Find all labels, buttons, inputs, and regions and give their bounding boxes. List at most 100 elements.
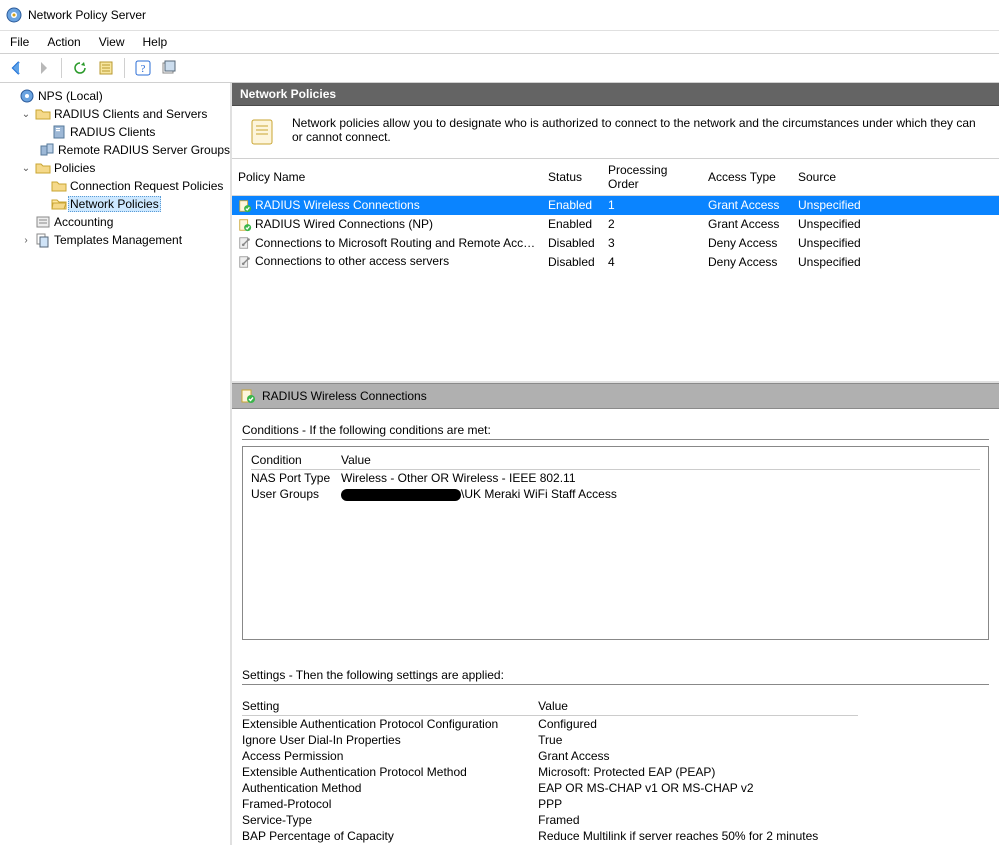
col-policy-name[interactable]: Policy Name: [232, 159, 542, 196]
panel-title: Network Policies: [232, 83, 999, 106]
properties-button[interactable]: [95, 57, 117, 79]
tree-label: RADIUS Clients: [70, 125, 155, 139]
cell-status: Disabled: [542, 234, 602, 253]
help-button[interactable]: ?: [132, 57, 154, 79]
col-status[interactable]: Status: [542, 159, 602, 196]
folder-icon: [35, 106, 51, 122]
forward-button[interactable]: [32, 57, 54, 79]
menu-help[interactable]: Help: [143, 35, 168, 49]
nav-tree[interactable]: NPS (Local) ⌄ RADIUS Clients and Servers: [0, 83, 232, 845]
cell-setting-name: Ignore User Dial-In Properties: [242, 732, 538, 748]
tree-label: Connection Request Policies: [70, 179, 223, 193]
cell-policy-name: Connections to Microsoft Routing and Rem…: [255, 236, 542, 250]
table-row[interactable]: RADIUS Wireless Connections Enabled1Grant…: [232, 196, 999, 215]
cell-setting-name: Framed-Protocol: [242, 796, 538, 812]
chevron-down-icon[interactable]: ⌄: [20, 109, 32, 120]
window-title: Network Policy Server: [28, 8, 146, 22]
menu-action[interactable]: Action: [47, 35, 80, 49]
tree-radius-clients[interactable]: RADIUS Clients: [36, 123, 230, 141]
cell-setting-value: Framed: [538, 812, 858, 828]
cell-order: 2: [602, 215, 702, 234]
cell-setting-value: EAP OR MS-CHAP v1 OR MS-CHAP v2: [538, 780, 858, 796]
panel-description: Network policies allow you to designate …: [292, 116, 985, 144]
folder-icon: [35, 160, 51, 176]
export-button[interactable]: [158, 57, 180, 79]
cell-setting-name: Access Permission: [242, 748, 538, 764]
col-condition: Condition: [251, 451, 341, 470]
tree-templates[interactable]: › Templates Management: [20, 231, 230, 249]
setting-row[interactable]: Access PermissionGrant Access: [242, 748, 858, 764]
col-order[interactable]: Processing Order: [602, 159, 702, 196]
chevron-right-icon[interactable]: ›: [20, 235, 32, 246]
cell-status: Enabled: [542, 196, 602, 215]
cell-order: 1: [602, 196, 702, 215]
table-row[interactable]: RADIUS Wired Connections (NP)Enabled2Gra…: [232, 215, 999, 234]
tree-label: Remote RADIUS Server Groups: [58, 143, 230, 157]
setting-row[interactable]: Extensible Authentication Protocol Metho…: [242, 764, 858, 780]
table-header-row[interactable]: Policy Name Status Processing Order Acce…: [232, 159, 999, 196]
setting-row[interactable]: Extensible Authentication Protocol Confi…: [242, 716, 858, 733]
cell-setting-value: Microsoft: Protected EAP (PEAP): [538, 764, 858, 780]
setting-row[interactable]: Authentication MethodEAP OR MS-CHAP v1 O…: [242, 780, 858, 796]
accounting-icon: [35, 214, 51, 230]
col-value: Value: [341, 451, 980, 470]
cell-source: Unspecified: [792, 234, 999, 253]
cell-access: Grant Access: [702, 196, 792, 215]
setting-row[interactable]: Framed-ProtocolPPP: [242, 796, 858, 812]
cell-condition-value: \UK Meraki WiFi Staff Access: [461, 487, 617, 501]
tree-policies[interactable]: ⌄ Policies: [20, 159, 230, 177]
tree-radius-clients-servers[interactable]: ⌄ RADIUS Clients and Servers: [20, 105, 230, 123]
servers-icon: [39, 142, 55, 158]
col-access[interactable]: Access Type: [702, 159, 792, 196]
tree-remote-radius[interactable]: Remote RADIUS Server Groups: [36, 141, 230, 159]
tree-network-policies[interactable]: Network Policies: [36, 195, 230, 213]
cell-access: Deny Access: [702, 234, 792, 253]
policy-icon: [238, 255, 252, 269]
menubar: File Action View Help: [0, 31, 999, 54]
cell-condition-name: User Groups: [251, 486, 341, 502]
folder-icon: [51, 178, 67, 194]
menu-view[interactable]: View: [99, 35, 125, 49]
col-setting: Setting: [242, 697, 538, 716]
conditions-box[interactable]: Condition Value NAS Port TypeWireless - …: [242, 446, 989, 640]
tree-accounting[interactable]: Accounting: [20, 213, 230, 231]
menu-file[interactable]: File: [10, 35, 29, 49]
cell-setting-name: Extensible Authentication Protocol Metho…: [242, 764, 538, 780]
server-icon: [51, 124, 67, 140]
cell-source: Unspecified: [792, 252, 999, 271]
cell-policy-name: RADIUS Wireless Connections: [255, 198, 420, 212]
app-icon: [6, 7, 22, 23]
titlebar: Network Policy Server: [0, 0, 999, 31]
tree-label: RADIUS Clients and Servers: [54, 107, 207, 121]
separator-icon: [124, 58, 125, 78]
setting-row[interactable]: Ignore User Dial-In PropertiesTrue: [242, 732, 858, 748]
condition-row[interactable]: NAS Port TypeWireless - Other OR Wireles…: [251, 470, 980, 487]
policy-ok-icon: [240, 388, 256, 404]
cell-setting-value: Configured: [538, 716, 858, 733]
refresh-button[interactable]: [69, 57, 91, 79]
cell-setting-value: Reduce Multilink if server reaches 50% f…: [538, 828, 858, 844]
content-pane: Network Policies Network policies allow …: [232, 83, 999, 845]
main-area: NPS (Local) ⌄ RADIUS Clients and Servers: [0, 83, 999, 845]
cell-condition-name: NAS Port Type: [251, 470, 341, 487]
setting-row[interactable]: BAP Percentage of CapacityReduce Multili…: [242, 828, 858, 844]
back-button[interactable]: [6, 57, 28, 79]
detail-header: RADIUS Wireless Connections: [232, 383, 999, 409]
chevron-down-icon[interactable]: ⌄: [20, 163, 32, 174]
tree-connection-request-policies[interactable]: Connection Request Policies: [36, 177, 230, 195]
tree-label: Accounting: [54, 215, 113, 229]
setting-row[interactable]: Service-TypeFramed: [242, 812, 858, 828]
cell-setting-name: Extensible Authentication Protocol Confi…: [242, 716, 538, 733]
tree-root[interactable]: NPS (Local): [4, 87, 230, 105]
col-source[interactable]: Source: [792, 159, 999, 196]
cell-setting-value: True: [538, 732, 858, 748]
condition-row[interactable]: User Groups \UK Meraki WiFi Staff Access: [251, 486, 980, 502]
table-row[interactable]: Connections to Microsoft Routing and Rem…: [232, 234, 999, 253]
cell-setting-value: Grant Access: [538, 748, 858, 764]
cell-order: 4: [602, 252, 702, 271]
separator-icon: [61, 58, 62, 78]
policies-table[interactable]: Policy Name Status Processing Order Acce…: [232, 159, 999, 271]
cell-condition-value: Wireless - Other OR Wireless - IEEE 802.…: [341, 471, 576, 485]
settings-box[interactable]: Setting Value Extensible Authentication …: [242, 691, 989, 844]
table-row[interactable]: Connections to other access serversDisab…: [232, 252, 999, 271]
